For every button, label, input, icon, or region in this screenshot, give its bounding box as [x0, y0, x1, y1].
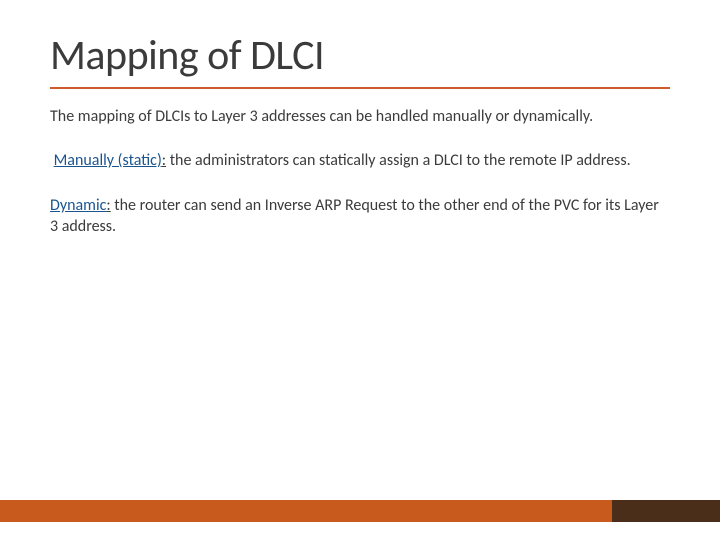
dynamic-term: Dynamic — [50, 196, 106, 215]
intro-paragraph: The mapping of DLCIs to Layer 3 addresse… — [50, 107, 670, 128]
title-underline — [50, 87, 670, 89]
manual-paragraph: Manually (static): the administrators ca… — [50, 151, 670, 172]
manual-rest: the administrators can statically assign… — [166, 151, 631, 170]
slide-title: Mapping of DLCI — [50, 30, 670, 81]
strip-orange — [0, 500, 612, 522]
bottom-accent-strip — [0, 500, 720, 522]
slide-container: Mapping of DLCI The mapping of DLCIs to … — [0, 0, 720, 540]
strip-brown — [612, 500, 720, 522]
manual-term: Manually (static) — [54, 151, 162, 170]
dynamic-paragraph: Dynamic: the router can send an Inverse … — [50, 196, 670, 238]
dynamic-rest: the router can send an Inverse ARP Reque… — [50, 196, 659, 236]
